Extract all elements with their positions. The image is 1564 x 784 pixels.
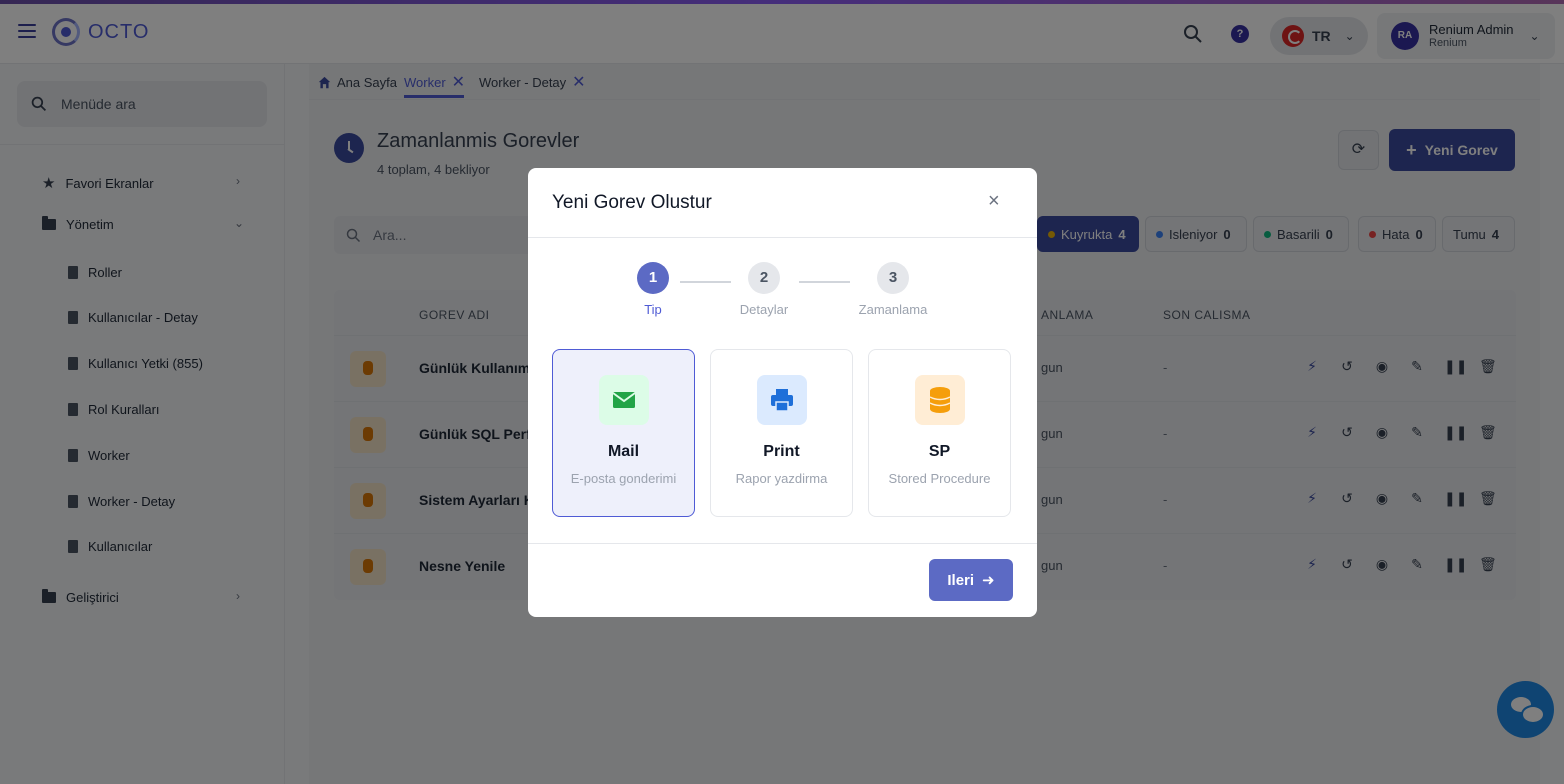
step-number: 3 [877,262,909,294]
next-button-label: Ileri [947,571,975,589]
task-type-title: SP [928,443,951,460]
task-type-subtitle: Rapor yazdirma [735,471,828,486]
close-icon[interactable]: × [988,190,1000,213]
task-type-mail[interactable]: Mail E-posta gonderimi [552,349,695,517]
step-connector [799,281,850,283]
modal-divider [528,543,1037,544]
task-type-subtitle: Stored Procedure [888,471,991,486]
printer-icon [756,375,807,425]
next-button[interactable]: Ileri ➜ [929,559,1013,601]
new-task-modal: Yeni Gorev Olustur × 1 Tip 2 Detaylar 3 … [528,168,1037,617]
step-label: Zamanlama [858,302,928,317]
step-number: 2 [748,262,780,294]
modal-title: Yeni Gorev Olustur [552,192,712,213]
step-2: 2 Detaylar [734,262,794,317]
step-connector [680,281,731,283]
step-3: 3 Zamanlama [855,262,931,317]
arrow-right-icon: ➜ [982,572,995,589]
database-icon [914,375,965,425]
task-type-sp[interactable]: SP Stored Procedure [868,349,1011,517]
envelope-icon [598,375,649,425]
step-label: Tip [644,302,662,317]
step-number: 1 [637,262,669,294]
step-1: 1 Tip [629,262,677,317]
modal-divider [528,237,1037,238]
task-type-title: Print [763,443,800,460]
step-label: Detaylar [739,302,789,317]
task-type-subtitle: E-posta gonderimi [570,471,677,486]
task-type-title: Mail [607,443,640,460]
task-type-print[interactable]: Print Rapor yazdirma [710,349,853,517]
